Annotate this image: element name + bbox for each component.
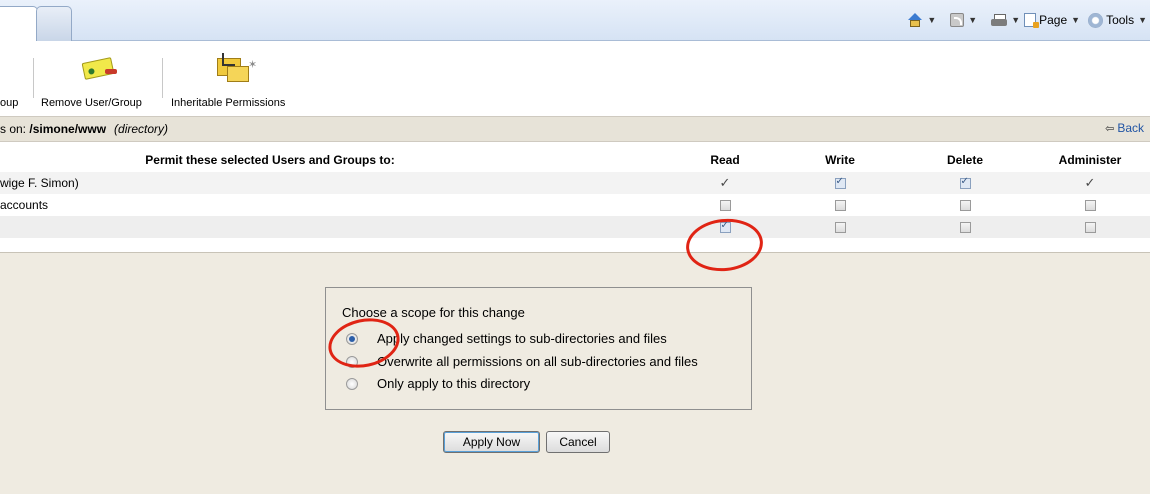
tools-menu-button[interactable]: Tools ▼ bbox=[1088, 12, 1150, 28]
permissions-table: Permit these selected Users and Groups t… bbox=[0, 148, 1150, 238]
path-prefix: s on: bbox=[0, 122, 30, 136]
write-checkbox[interactable] bbox=[834, 176, 846, 190]
print-button[interactable]: ▼ bbox=[991, 13, 1020, 27]
scope-option-label: Apply changed settings to sub-directorie… bbox=[377, 331, 667, 346]
chevron-down-icon[interactable]: ▼ bbox=[968, 15, 977, 25]
back-arrow-icon: ⇦ bbox=[1105, 123, 1115, 135]
principal-name bbox=[0, 216, 670, 238]
permit-header: Permit these selected Users and Groups t… bbox=[145, 153, 395, 167]
table-header-row: Permit these selected Users and Groups t… bbox=[0, 148, 1150, 172]
tools-menu-label: Tools bbox=[1106, 13, 1135, 27]
administer-cell bbox=[1030, 194, 1150, 216]
browser-chrome: ▼ ▼ ▼ Page ▼ Tools ▼ bbox=[0, 0, 1150, 41]
feeds-button[interactable]: ▼ bbox=[950, 13, 977, 27]
chevron-down-icon: ▼ bbox=[1138, 15, 1147, 25]
read-cell: ✓ bbox=[670, 172, 780, 194]
apply-now-button[interactable]: Apply Now bbox=[443, 431, 540, 453]
read-checkbox[interactable] bbox=[719, 200, 731, 212]
page-menu-label: Page bbox=[1039, 13, 1068, 27]
principal-name: wige F. Simon) bbox=[0, 172, 670, 194]
path-bar: s on: /simone/www (directory) ⇦ Back bbox=[0, 116, 1150, 142]
chevron-down-icon[interactable]: ▼ bbox=[927, 15, 936, 25]
path-value: /simone/www bbox=[29, 122, 107, 136]
browser-tab-active[interactable] bbox=[0, 6, 38, 41]
read-header: Read bbox=[710, 153, 740, 167]
administer-checkbox[interactable] bbox=[1084, 200, 1096, 212]
scope-option-overwrite-all[interactable]: Overwrite all permissions on all sub-dir… bbox=[346, 354, 698, 369]
write-header: Write bbox=[825, 153, 855, 167]
scope-option-label: Only apply to this directory bbox=[377, 376, 531, 391]
path-text: s on: /simone/www (directory) bbox=[0, 122, 168, 136]
delete-header: Delete bbox=[946, 153, 984, 167]
write-cell bbox=[780, 216, 900, 238]
inherited-check-icon: ✓ bbox=[719, 175, 731, 191]
page-menu-button[interactable]: Page ▼ bbox=[1024, 13, 1081, 28]
administer-header: Administer bbox=[1058, 153, 1122, 167]
folder-inherit-icon: ✶ bbox=[217, 52, 257, 82]
scope-radio-3[interactable] bbox=[346, 377, 358, 390]
administer-cell: ✓ bbox=[1030, 172, 1150, 194]
delete-checkbox[interactable] bbox=[959, 222, 971, 234]
toolbar-divider bbox=[33, 58, 34, 98]
scope-option-label: Overwrite all permissions on all sub-dir… bbox=[377, 354, 698, 369]
administer-checkbox[interactable] bbox=[1084, 222, 1096, 234]
gear-icon bbox=[1088, 12, 1104, 28]
path-type: (directory) bbox=[114, 122, 169, 136]
read-cell bbox=[670, 194, 780, 216]
browser-tab-new[interactable] bbox=[36, 6, 72, 41]
administer-cell bbox=[1030, 216, 1150, 238]
chevron-down-icon[interactable]: ▼ bbox=[1011, 15, 1020, 25]
scope-option-this-directory[interactable]: Only apply to this directory bbox=[346, 376, 530, 391]
table-row bbox=[0, 216, 1150, 238]
home-button[interactable]: ▼ bbox=[907, 13, 936, 27]
cancel-button[interactable]: Cancel bbox=[546, 431, 610, 453]
write-checkbox[interactable] bbox=[834, 222, 846, 234]
remove-user-group-label: Remove User/Group bbox=[41, 97, 142, 109]
principal-name: accounts bbox=[0, 198, 49, 212]
feed-icon bbox=[950, 13, 965, 27]
browser-command-bar: ▼ ▼ ▼ Page ▼ Tools ▼ bbox=[907, 9, 1150, 31]
table-row: wige F. Simon) ✓ ✓ bbox=[0, 172, 1150, 194]
remove-user-group-button[interactable]: Remove User/Group bbox=[38, 41, 160, 115]
page-icon bbox=[1024, 13, 1040, 28]
toolbar-divider bbox=[162, 58, 163, 98]
delete-cell bbox=[900, 172, 1030, 194]
inherited-check-icon: ✓ bbox=[1084, 175, 1096, 191]
inheritable-permissions-label: Inheritable Permissions bbox=[171, 97, 286, 109]
add-user-group-label: oup bbox=[0, 97, 19, 109]
chevron-down-icon: ▼ bbox=[1071, 15, 1081, 25]
delete-checkbox[interactable] bbox=[959, 176, 971, 190]
delete-checkbox[interactable] bbox=[959, 200, 971, 212]
user-card-icon bbox=[81, 57, 117, 80]
permissions-toolbar: oup Remove User/Group ✶ Inheritable Perm… bbox=[0, 41, 1150, 115]
table-row: accounts bbox=[0, 194, 1150, 216]
write-cell bbox=[780, 172, 900, 194]
delete-cell bbox=[900, 216, 1030, 238]
printer-icon bbox=[991, 13, 1008, 27]
inheritable-permissions-button[interactable]: ✶ Inheritable Permissions bbox=[168, 41, 308, 115]
delete-cell bbox=[900, 194, 1030, 216]
back-link[interactable]: ⇦ Back bbox=[1105, 121, 1144, 135]
write-cell bbox=[780, 194, 900, 216]
home-icon bbox=[907, 13, 923, 27]
write-checkbox[interactable] bbox=[834, 200, 846, 212]
back-label: Back bbox=[1117, 121, 1144, 135]
